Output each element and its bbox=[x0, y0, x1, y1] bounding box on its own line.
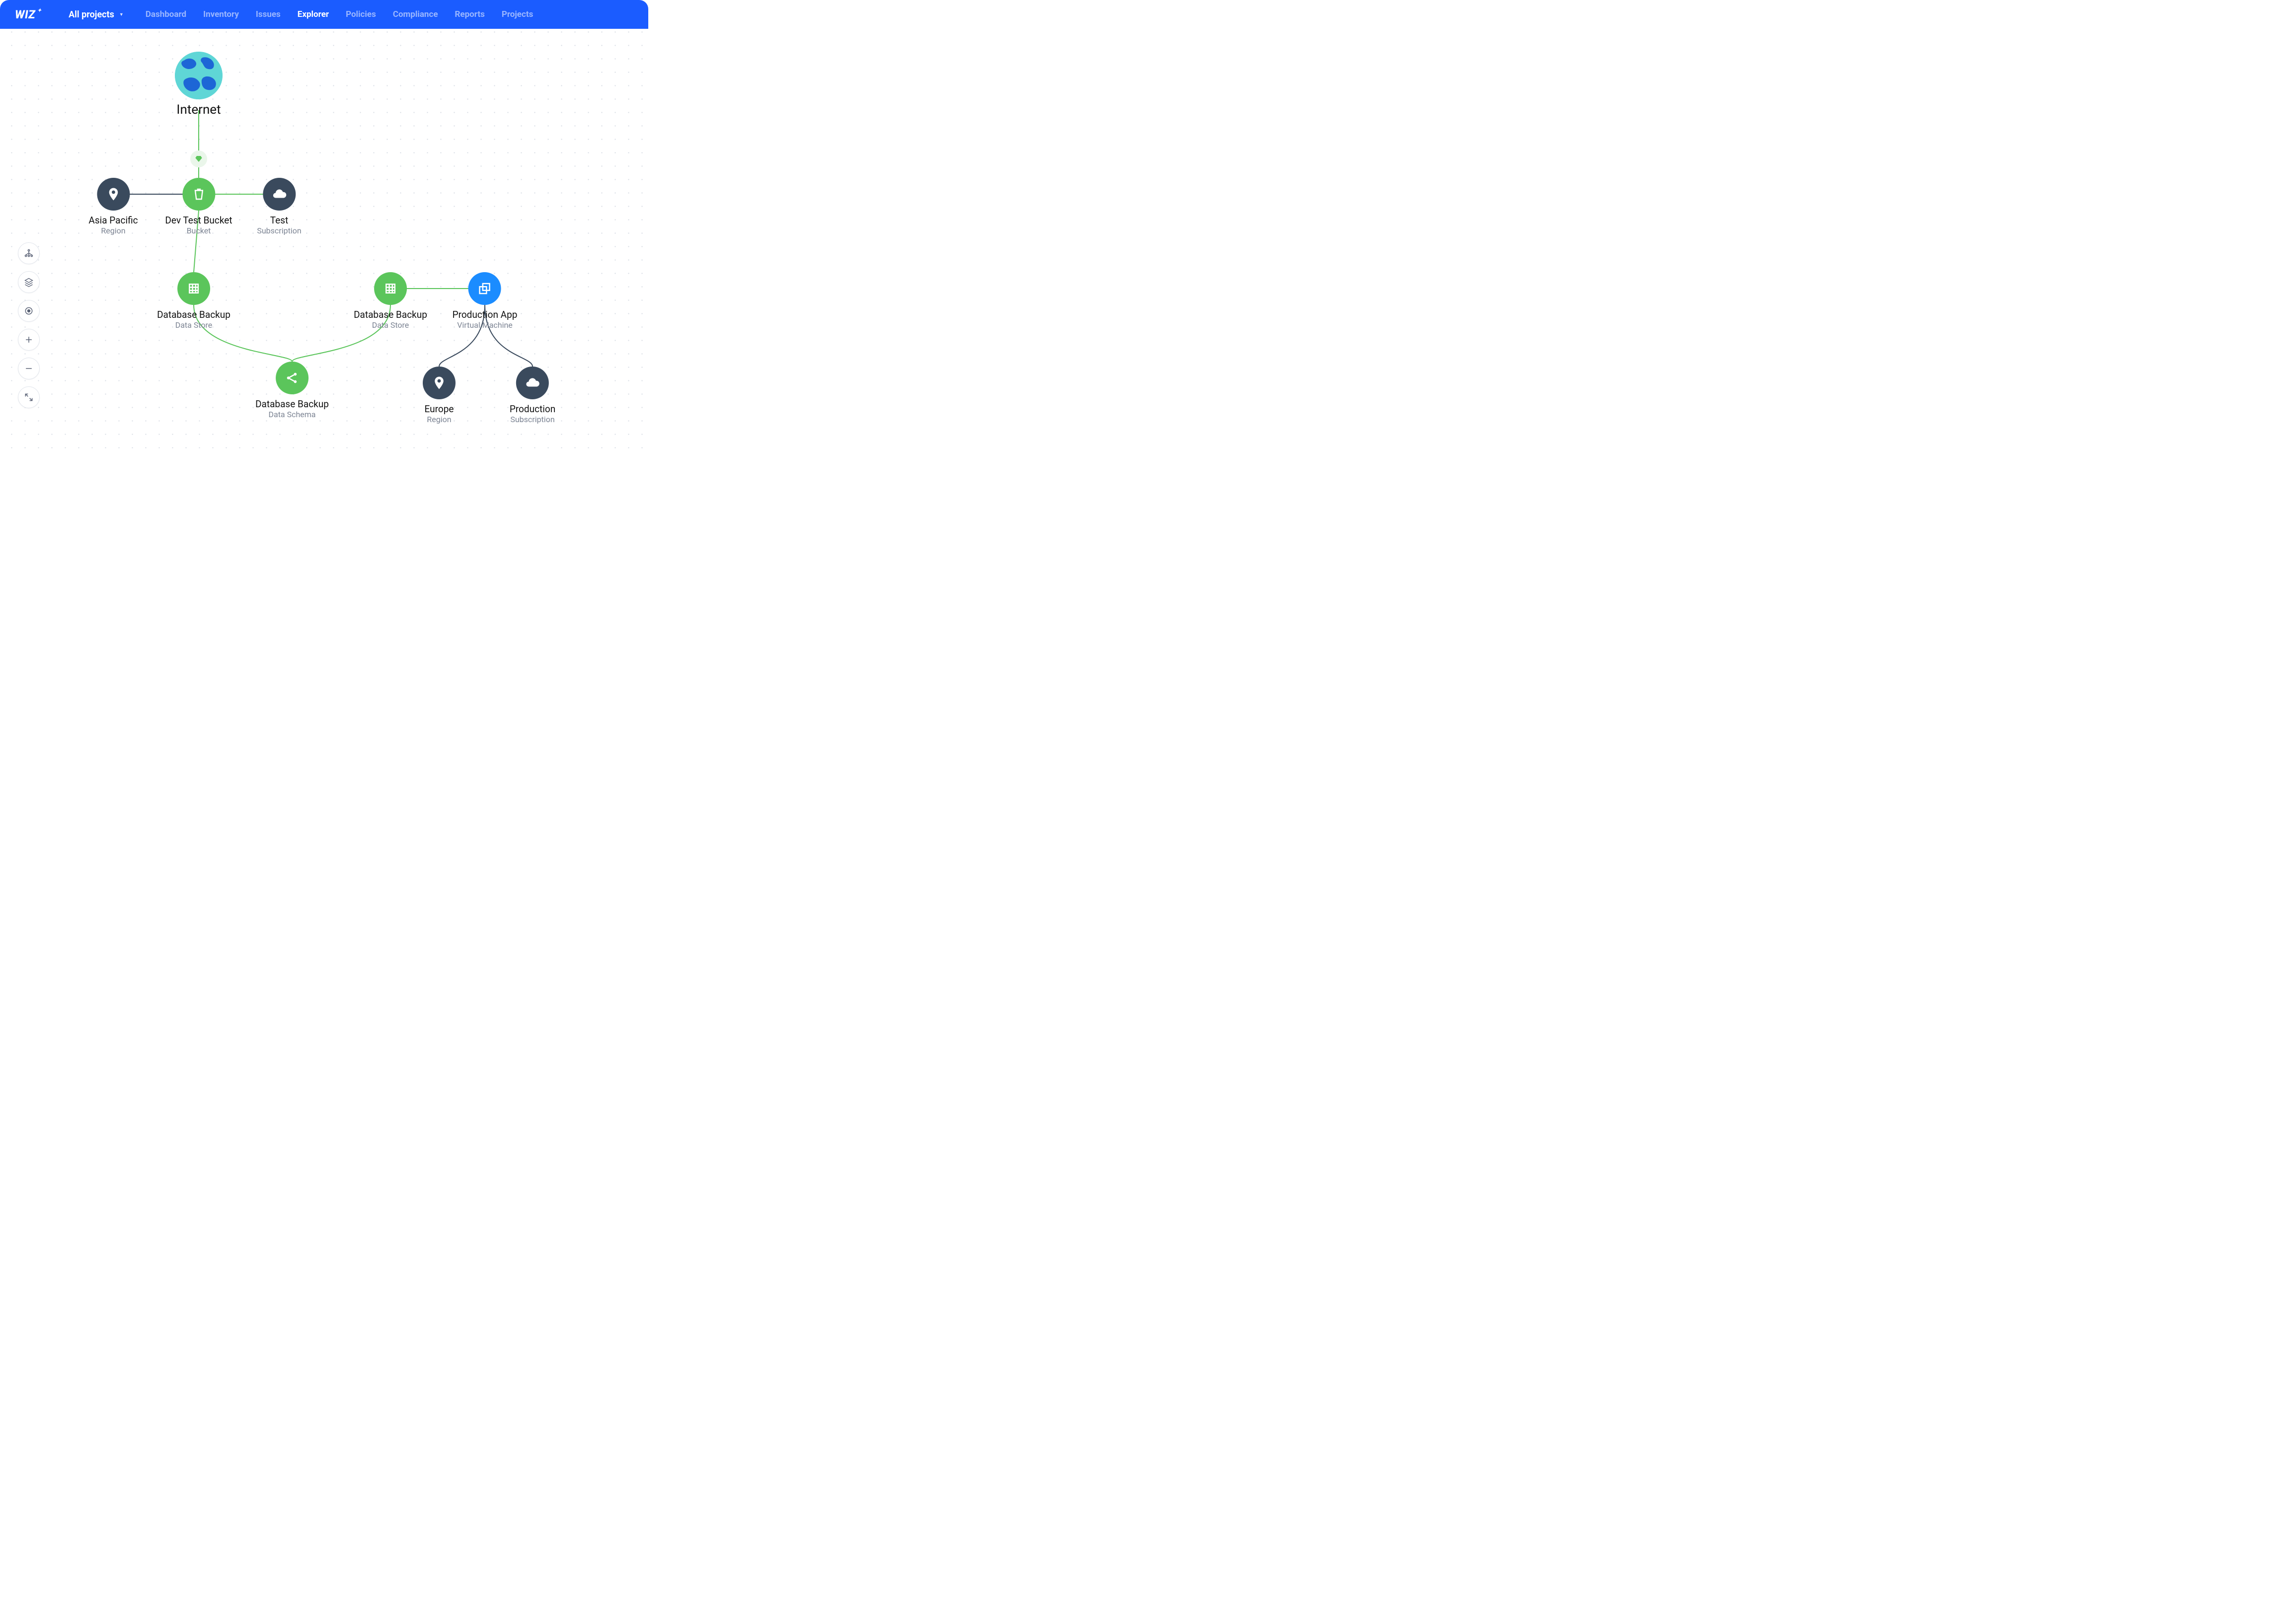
node-db1[interactable]: Database Backup Data Store bbox=[157, 272, 230, 330]
node-title: Dev Test Bucket bbox=[165, 215, 232, 226]
node-internet[interactable]: Internet bbox=[175, 52, 223, 117]
node-subtitle: Bucket bbox=[187, 226, 211, 235]
nav-item-policies[interactable]: Policies bbox=[346, 9, 376, 19]
node-db2[interactable]: Database Backup Data Store bbox=[354, 272, 427, 330]
plus-icon bbox=[24, 335, 34, 345]
node-subtitle: Subscription bbox=[257, 226, 301, 235]
node-title: Internet bbox=[176, 102, 221, 117]
nav-items: Dashboard Inventory Issues Explorer Policies… bbox=[146, 9, 534, 19]
graph-layer: Internet Asia Pacific Region Dev Test Bu… bbox=[0, 29, 648, 459]
node-schema[interactable]: Database Backup Data Schema bbox=[255, 362, 329, 419]
tool-graph-layout[interactable] bbox=[18, 242, 40, 264]
nav-item-explorer[interactable]: Explorer bbox=[298, 9, 329, 19]
cloud-icon bbox=[516, 367, 549, 399]
project-selector-label: All projects bbox=[69, 9, 114, 20]
layers-icon bbox=[24, 277, 34, 287]
squares-icon bbox=[468, 272, 501, 305]
tool-layers[interactable] bbox=[18, 271, 40, 293]
node-title: Asia Pacific bbox=[88, 215, 138, 226]
tool-focus[interactable] bbox=[18, 300, 40, 322]
node-subtitle: Subscription bbox=[510, 415, 554, 424]
node-europe[interactable]: Europe Region bbox=[423, 367, 456, 424]
nav-item-compliance[interactable]: Compliance bbox=[393, 9, 438, 19]
bucket-icon bbox=[182, 178, 215, 211]
node-title: Production App bbox=[453, 309, 518, 320]
grid-icon bbox=[177, 272, 210, 305]
node-bucket[interactable]: Dev Test Bucket Bucket bbox=[165, 178, 232, 235]
tool-zoom-out[interactable] bbox=[18, 358, 40, 379]
node-subtitle: Data Store bbox=[372, 320, 409, 330]
node-subtitle: Region bbox=[427, 415, 451, 424]
nav-item-issues[interactable]: Issues bbox=[256, 9, 281, 19]
nav-item-dashboard[interactable]: Dashboard bbox=[146, 9, 186, 19]
node-title: Test bbox=[270, 215, 289, 226]
node-subtitle: Data Store bbox=[175, 320, 213, 330]
crown-jewel-badge[interactable] bbox=[190, 150, 207, 167]
pin-icon bbox=[97, 178, 130, 211]
cloud-icon bbox=[263, 178, 296, 211]
share-icon bbox=[276, 362, 308, 394]
expand-icon bbox=[24, 392, 34, 402]
node-papp[interactable]: Production App Virtual Machine bbox=[453, 272, 518, 330]
project-selector[interactable]: All projects ▼ bbox=[69, 9, 124, 20]
grid-icon bbox=[374, 272, 407, 305]
explorer-canvas[interactable]: Internet Asia Pacific Region Dev Test Bu… bbox=[0, 29, 648, 459]
node-title: Europe bbox=[425, 403, 454, 415]
node-title: Database Backup bbox=[255, 398, 329, 410]
nav-item-reports[interactable]: Reports bbox=[455, 9, 485, 19]
nav-item-inventory[interactable]: Inventory bbox=[203, 9, 239, 19]
app-window: WIZ ✦ All projects ▼ Dashboard Inventory I… bbox=[0, 0, 648, 459]
chevron-down-icon: ▼ bbox=[119, 12, 124, 17]
node-subtitle: Virtual Machine bbox=[457, 320, 513, 330]
nav-item-projects[interactable]: Projects bbox=[502, 9, 533, 19]
node-title: Database Backup bbox=[354, 309, 427, 320]
globe-icon bbox=[175, 52, 223, 99]
minus-icon bbox=[24, 364, 34, 373]
node-title: Database Backup bbox=[157, 309, 230, 320]
canvas-toolbar bbox=[18, 242, 40, 408]
node-test[interactable]: Test Subscription bbox=[257, 178, 301, 235]
tool-fullscreen[interactable] bbox=[18, 386, 40, 408]
node-asia[interactable]: Asia Pacific Region bbox=[88, 178, 138, 235]
tool-zoom-in[interactable] bbox=[18, 329, 40, 351]
node-subtitle: Data Schema bbox=[268, 410, 315, 419]
sparkle-icon: ✦ bbox=[37, 8, 42, 13]
node-title: Production bbox=[510, 403, 555, 415]
node-subtitle: Region bbox=[101, 226, 125, 235]
gem-icon bbox=[195, 155, 203, 163]
target-icon bbox=[24, 306, 34, 316]
top-navbar: WIZ ✦ All projects ▼ Dashboard Inventory I… bbox=[0, 0, 648, 29]
tree-icon bbox=[24, 248, 34, 258]
pin-icon bbox=[423, 367, 456, 399]
brand-logo[interactable]: WIZ ✦ bbox=[15, 8, 42, 21]
node-prod[interactable]: Production Subscription bbox=[510, 367, 555, 424]
brand-text: WIZ bbox=[15, 8, 35, 21]
